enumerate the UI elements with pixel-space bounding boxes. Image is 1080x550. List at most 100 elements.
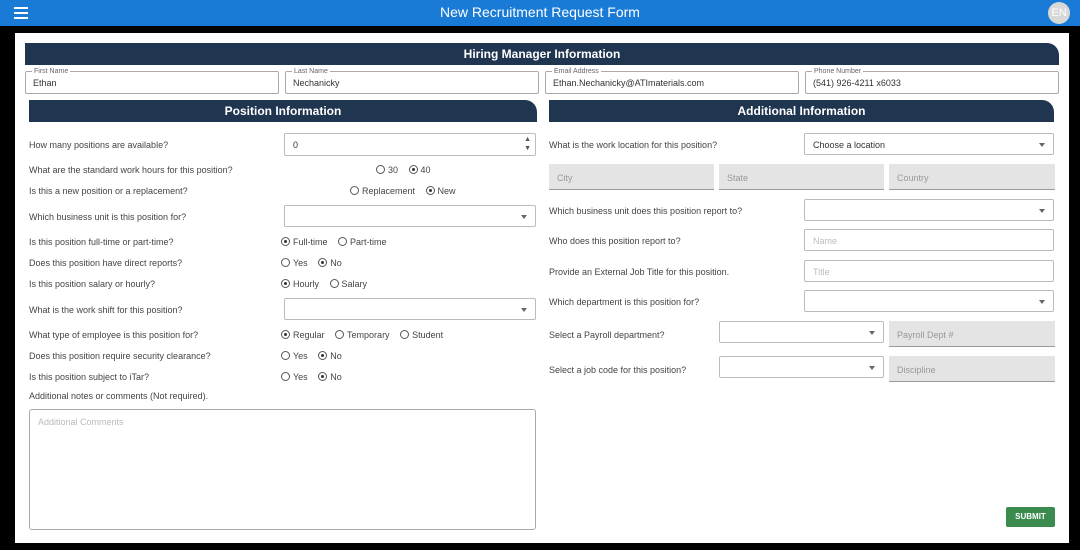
radio-checked-icon [281,330,290,339]
part-time-option[interactable]: Part-time [338,237,387,247]
direct-reports-yes-option[interactable]: Yes [281,258,308,268]
email-value: Ethan.Nechanicky@ATImaterials.com [553,78,705,88]
itar-question: Is this position subject to iTar? [29,372,150,382]
location-select[interactable]: Choose a location [804,133,1054,155]
department-select[interactable] [804,290,1054,312]
position-section-header: Position Information [29,100,537,122]
payroll-select[interactable] [719,321,884,343]
security-yes-option[interactable]: Yes [281,351,308,361]
student-option[interactable]: Student [400,330,443,340]
external-title-input[interactable]: Title [804,260,1054,282]
location-question: What is the work location for this posit… [549,140,718,150]
full-part-radio-group: Full-time Part-time [281,237,395,247]
itar-no-option[interactable]: No [318,372,342,382]
department-question: Which department is this position for? [549,297,700,307]
employee-type-radio-group: Regular Temporary Student [281,330,451,340]
regular-option[interactable]: Regular [281,330,325,340]
top-app-bar: New Recruitment Request Form EN [0,0,1080,26]
city-placeholder: City [557,173,573,183]
chevron-down-icon [1039,300,1045,304]
chevron-down-icon [1039,143,1045,147]
salary-option[interactable]: Salary [329,279,368,289]
country-field[interactable]: Country [889,164,1055,190]
direct-reports-no-option[interactable]: No [318,258,342,268]
direct-reports-radio-group: Yes No [281,258,350,268]
salary-hourly-question: Is this position salary or hourly? [29,279,156,289]
city-field[interactable]: City [549,164,714,190]
hourly-option[interactable]: Hourly [281,279,319,289]
phone-field[interactable]: Phone Number (541) 926-4211 x6033 [805,67,1059,94]
phone-value: (541) 926-4211 x6033 [813,78,901,88]
report-to-input[interactable]: Name [804,229,1054,251]
title-placeholder: Title [813,267,830,277]
first-name-value: Ethan [33,78,57,88]
radio-icon [335,330,345,339]
language-button[interactable]: EN [1048,2,1070,24]
employee-type-question: What type of employee is this position f… [29,330,199,340]
option-label: Full-time [293,237,328,247]
radio-checked-icon [408,165,418,174]
security-no-option[interactable]: No [318,351,342,361]
option-label: Yes [293,351,308,361]
radio-icon [400,330,410,339]
direct-reports-question: Does this position have direct reports? [29,258,183,268]
option-label: Salary [341,279,368,289]
work-hours-option-30[interactable]: 30 [376,165,398,175]
last-name-field[interactable]: Last Name Nechanicky [285,67,539,94]
salary-hourly-radio-group: Hourly Salary [281,279,375,289]
option-label: Temporary [347,330,390,340]
security-radio-group: Yes No [281,351,350,361]
submit-button[interactable]: SUBMIT [1006,507,1055,527]
business-unit-select[interactable] [284,205,536,227]
radio-checked-icon [318,351,328,360]
work-hours-option-40[interactable]: 40 [408,165,431,175]
temporary-option[interactable]: Temporary [335,330,390,340]
new-or-replacement-radio-group: Replacement New [350,186,464,196]
first-name-label: First Name [32,67,71,76]
additional-comments-textarea[interactable]: Additional Comments [29,409,536,530]
option-label: Hourly [293,279,320,289]
radio-checked-icon [281,279,290,288]
state-placeholder: State [727,173,749,183]
last-name-label: Last Name [292,67,330,76]
radio-checked-icon [318,372,328,381]
stepper-arrows-icon[interactable]: ▲ ▼ [524,135,531,153]
work-shift-select[interactable] [284,298,536,320]
full-time-option[interactable]: Full-time [281,237,328,247]
option-label: Regular [293,330,325,340]
hiring-section-header: Hiring Manager Information [25,43,1059,65]
email-field[interactable]: Email Address Ethan.Nechanicky@ATImateri… [545,67,799,94]
external-title-question: Provide an External Job Title for this p… [549,267,730,277]
chevron-down-icon [521,215,527,219]
radio-checked-icon [318,258,328,267]
notes-question: Additional notes or comments (Not requir… [29,391,209,401]
num-positions-question: How many positions are available? [29,140,169,150]
email-label: Email Address [552,67,601,76]
radio-icon [376,165,385,174]
option-label: No [330,351,342,361]
option-label: No [330,258,342,268]
replacement-option[interactable]: Replacement [350,186,415,196]
chevron-down-icon [521,308,527,312]
first-name-field[interactable]: First Name Ethan [25,67,279,94]
num-positions-value: 0 [293,140,299,150]
job-code-select[interactable] [719,356,884,378]
num-positions-input[interactable]: 0 ▲ ▼ [284,133,536,156]
option-label: Yes [293,258,308,268]
option-label: 30 [388,165,399,175]
option-label: Student [412,330,444,340]
radio-icon [350,186,359,195]
app-title: New Recruitment Request Form [440,4,640,20]
report-unit-select[interactable] [804,199,1054,221]
discipline-field[interactable]: Discipline [889,356,1055,382]
payroll-dept-field[interactable]: Payroll Dept # [889,321,1055,347]
last-name-value: Nechanicky [293,78,340,88]
business-unit-question: Which business unit is this position for… [29,212,187,222]
state-field[interactable]: State [719,164,884,190]
chevron-down-icon [869,331,875,335]
location-value: Choose a location [813,140,886,150]
country-placeholder: Country [897,173,929,183]
new-option[interactable]: New [425,186,456,196]
itar-yes-option[interactable]: Yes [281,372,308,382]
option-label: Replacement [362,186,416,196]
